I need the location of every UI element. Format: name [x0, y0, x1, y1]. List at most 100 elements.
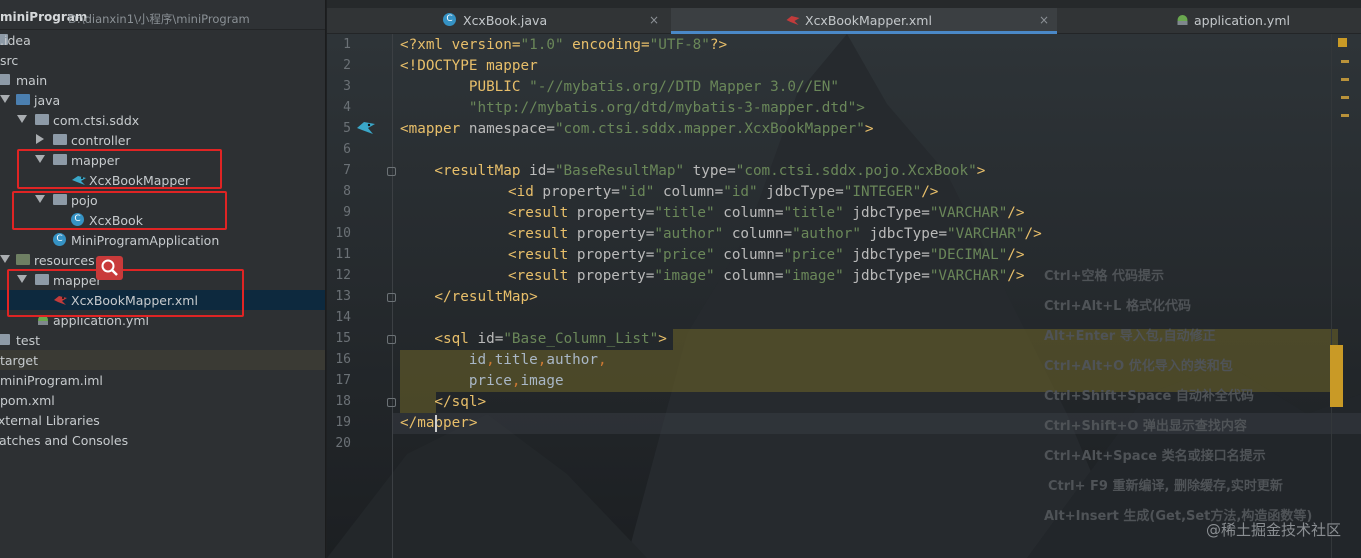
tree-item-src[interactable]: src [0, 50, 325, 70]
attribute-value: "title" [783, 205, 844, 221]
tree-item-test[interactable]: test [0, 330, 325, 350]
code-line[interactable]: price,image [400, 371, 564, 392]
fold-marker-icon[interactable] [387, 398, 396, 407]
tree-item-label: com.ctsi.sddx [53, 113, 140, 128]
line-number: 8 [343, 184, 351, 199]
code-line[interactable]: <result property="title" column="title" … [508, 203, 1025, 224]
code-line[interactable]: <!DOCTYPE mapper [400, 56, 538, 77]
error-stripe-mark[interactable] [1341, 114, 1349, 117]
tree-item-resources[interactable]: resources [0, 250, 325, 270]
spring-yml-icon [1177, 15, 1188, 25]
tab-xcxbookmapper-xml[interactable]: XcxBookMapper.xml × [671, 8, 1057, 34]
code-line[interactable]: id,title,author, [400, 350, 607, 371]
editor-scrollbar[interactable] [1331, 34, 1361, 558]
tab-xcxbook-java[interactable]: C XcxBook.java × [427, 8, 667, 34]
tree-item-label: miniProgram.iml [0, 373, 103, 388]
close-icon[interactable]: × [1039, 13, 1049, 27]
annotation-box-mapper [17, 149, 222, 189]
fold-marker-icon[interactable] [387, 167, 396, 176]
tree-item-target[interactable]: target [0, 350, 325, 370]
error-stripe-mark[interactable] [1341, 96, 1349, 99]
line-number: 7 [343, 163, 351, 178]
tree-item-pom[interactable]: pom.xml [0, 390, 325, 410]
tree-item-idea[interactable]: .idea [0, 30, 325, 50]
tree-item-main[interactable]: main [0, 70, 325, 90]
code-line[interactable]: <result property="image" column="image" … [508, 266, 1025, 287]
code-line[interactable]: <resultMap id="BaseResultMap" type="com.… [400, 161, 985, 182]
xml-tag: <mapper [400, 121, 461, 137]
xml-tag: /> [1007, 205, 1025, 221]
mybatis-navigate-icon[interactable] [355, 118, 377, 138]
chevron-down-icon[interactable] [0, 95, 10, 103]
xml-tag: </sql> [400, 394, 487, 410]
shortcut-hint: Ctrl+空格 代码提示 [1044, 269, 1165, 284]
code-line[interactable]: </resultMap> [400, 287, 537, 308]
xml-tag: > [976, 163, 986, 179]
error-stripe-mark[interactable] [1341, 78, 1349, 81]
tree-item-java[interactable]: java [0, 90, 325, 110]
attribute-value: "author" [654, 226, 724, 242]
line-number: 5 [343, 121, 351, 136]
code-line[interactable]: <result property="author" column="author… [508, 224, 1042, 245]
shortcut-hint: Ctrl+Alt+Space 类名或接口名提示 [1044, 449, 1266, 464]
attribute-name: jdbcType= [852, 205, 930, 221]
attribute-name: column= [654, 184, 724, 200]
code-line[interactable]: <id property="id" column="id" jdbcType="… [508, 182, 938, 203]
chevron-right-icon[interactable] [36, 134, 44, 144]
code-line[interactable]: <result property="price" column="price" … [508, 245, 1025, 266]
sql-column: author [546, 352, 598, 368]
code-line[interactable]: PUBLIC "-//mybatis.org//DTD Mapper 3.0//… [400, 77, 839, 98]
sql-comma: , [598, 352, 607, 368]
resources-folder-icon [16, 254, 30, 265]
code-line[interactable]: </mapper> [400, 413, 477, 434]
folder-icon [0, 334, 10, 345]
line-number: 10 [335, 226, 351, 241]
xml-tag: /> [1007, 247, 1025, 263]
tab-application-yml[interactable]: application.yml [1061, 8, 1361, 34]
attribute-name: property= [533, 184, 620, 200]
attribute-name: property= [568, 247, 655, 263]
close-icon[interactable]: × [649, 13, 659, 27]
annotation-box-pojo [12, 191, 227, 230]
chevron-down-icon[interactable] [17, 115, 27, 123]
fold-marker-icon[interactable] [387, 335, 396, 344]
attribute-value: "http://mybatis.org/dtd/mybatis-3-mapper… [400, 100, 865, 116]
attribute-value: "Base_Column_List" [503, 331, 659, 347]
xml-tag: </mapper> [400, 415, 478, 431]
folder-icon [16, 94, 30, 105]
search-overlay-icon[interactable] [96, 256, 123, 280]
line-number: 12 [335, 268, 351, 283]
chevron-down-icon[interactable] [0, 255, 10, 263]
tree-item-label: resources [34, 253, 95, 268]
error-stripe-mark[interactable] [1341, 60, 1349, 63]
xml-tag: /> [1007, 268, 1025, 284]
tree-item-external-libraries[interactable]: External Libraries [0, 410, 325, 430]
tree-item-package[interactable]: com.ctsi.sddx [0, 110, 325, 130]
tree-item-controller[interactable]: controller [0, 130, 325, 150]
line-number: 18 [335, 394, 351, 409]
code-line[interactable]: "http://mybatis.org/dtd/mybatis-3-mapper… [400, 98, 865, 119]
attribute-value: "VARCHAR" [929, 205, 1008, 221]
shortcut-hint: Ctrl+Shift+O 弹出显示查找内容 [1044, 419, 1247, 434]
attribute-name: column= [714, 205, 784, 221]
xml-tag: > [658, 331, 667, 347]
tree-item-label: pom.xml [0, 393, 55, 408]
attribute-name: property= [568, 268, 655, 284]
code-line[interactable]: <mapper namespace="com.ctsi.sddx.mapper.… [400, 119, 873, 140]
tree-item-scratches[interactable]: Scratches and Consoles [0, 430, 325, 450]
selection-scroll-marker[interactable] [1330, 345, 1343, 407]
fold-marker-icon[interactable] [387, 293, 396, 302]
tree-item-iml[interactable]: miniProgram.iml [0, 370, 325, 390]
code-line[interactable]: <sql id="Base_Column_List"> [400, 329, 667, 350]
tree-item-application-class[interactable]: C MiniProgramApplication [0, 230, 325, 250]
xml-tag: /> [1024, 226, 1042, 242]
code-line[interactable]: <?xml version="1.0" encoding="UTF-8"?> [400, 35, 727, 56]
line-number: 4 [343, 100, 351, 115]
sql-comma: , [511, 373, 521, 389]
title-strip [327, 0, 1361, 8]
inspection-status-icon[interactable] [1338, 38, 1347, 47]
attribute-name: jdbcType= [869, 226, 948, 242]
code-line[interactable]: </sql> [400, 392, 486, 413]
xml-tag: <result [508, 205, 569, 221]
